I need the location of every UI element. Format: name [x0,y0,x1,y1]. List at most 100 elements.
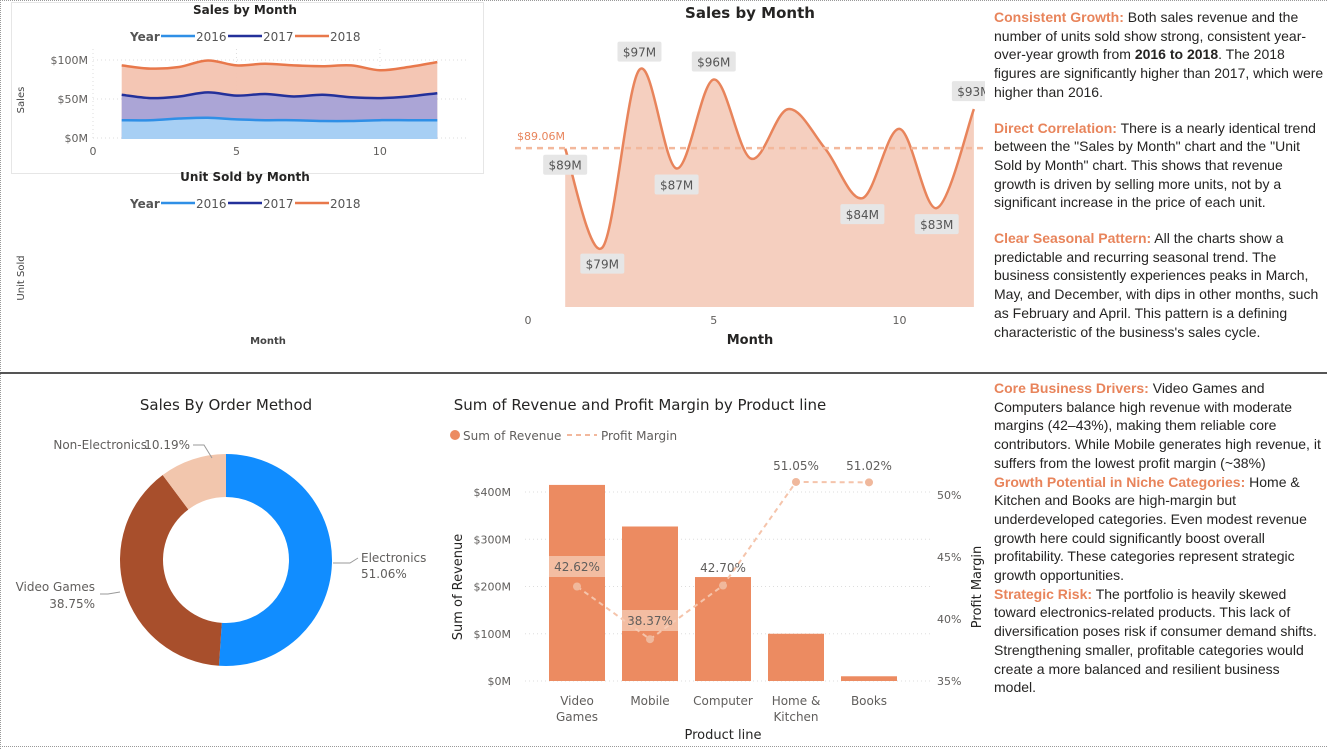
x-tick-label: 10 [893,314,907,327]
margin-label: 51.05% [773,459,819,473]
legend[interactable]: Sum of Revenue Profit Margin [450,429,677,443]
y2-tick-label: 50% [937,489,961,502]
bar-home-kitchen [768,633,824,681]
x-tick-label: Books [851,694,887,708]
sales-by-month-small-chart[interactable]: Sales by Month Year 2016 2017 2018 Sales… [0,0,490,175]
sales-by-order-method-chart[interactable]: Sales By Order Method Electronics 51.06% V… [0,380,440,745]
insight-growth-potential: Growth Potential in Niche Categories: Ho… [994,473,1324,585]
y-tick-label: $100M [474,628,512,641]
slice-electronics [218,454,332,666]
y2-tick-label: 40% [937,613,961,626]
data-label: $93M [957,85,985,99]
legend[interactable]: Year 2016 2017 2018 [129,30,361,44]
slice-label-pct: 38.75% [49,597,95,611]
slice-label-pct: 10.19% [144,438,190,452]
margin-point [573,582,581,591]
sales-by-month-main-chart[interactable]: Sales by Month Month 0 5 10 $89.06M $89M $79M… [505,0,985,355]
sales-area [565,68,974,307]
margin-label: 42.70% [700,561,746,575]
legend-title: Year [129,197,160,211]
insight-emphasis: 2016 to 2018 [1134,46,1219,63]
plot-area: 0 5 10 $89.06M $89M $79M $97M $87M $96M $84M $83M $… [515,41,985,327]
x-tick-label: Games [556,710,598,724]
y-tick-label: $100M [51,54,89,67]
x-tick-label: 0 [525,314,532,327]
x-tick-label: Computer [693,694,753,708]
leader-line [333,557,359,564]
legend-item-2016: 2016 [196,30,227,44]
legend-item-2017: 2017 [263,30,294,44]
insight-heading: Strategic Risk: [994,585,1093,602]
slice-label-name: Non-Electronics [53,438,147,452]
y2-tick-label: 45% [937,551,961,564]
chart-title: Unit Sold by Month [180,170,310,184]
margin-point [792,477,800,486]
y-axis-label: Sum of Revenue [451,534,466,641]
y-tick-label: $300M [474,533,512,546]
section-divider [0,372,1327,374]
y-tick-label: $200M [474,581,512,594]
margin-point [865,478,873,487]
x-axis-label: Month [727,333,774,348]
slice-label-name: Video Games [16,580,95,594]
x-tick-label: Home & [772,694,821,708]
y-tick-label: $0M [65,132,89,145]
data-label: $87M [660,179,693,193]
y-axis-label: Sales [16,87,27,114]
legend-item-2016: 2016 [196,197,227,211]
margin-point [646,635,654,644]
legend-item-2017: 2017 [263,197,294,211]
donut-area: Electronics 51.06% Video Games 38.75% Non-El… [16,438,426,666]
margin-label: 38.37% [627,614,673,628]
legend-marker-revenue [450,430,460,440]
slice-label-name: Electronics [361,551,426,565]
average-label: $89.06M [517,130,565,143]
insight-heading: Core Business Drivers: [994,380,1149,396]
plot-area: $0M $50M $100M 0 5 10 [51,49,466,158]
x-axis-label: Month [250,336,286,347]
data-label: $83M [920,218,953,232]
data-label: $89M [549,159,582,173]
slice-label-pct: 51.06% [361,567,407,581]
insight-text: The portfolio is heavily skewed toward e… [994,585,1317,696]
insights-top: Consistent Growth: Both sales revenue an… [994,8,1324,358]
margin-label: 51.02% [846,459,892,473]
bar-books [841,676,897,681]
legend-item-2018: 2018 [330,197,361,211]
legend-item-margin: Profit Margin [601,429,677,443]
chart-title: Sales by Month [685,4,815,22]
chart-title: Sum of Revenue and Profit Margin by Prod… [454,396,827,414]
legend[interactable]: Year 2016 2017 2018 [129,197,361,211]
y2-axis-label: Profit Margin [970,546,985,628]
y-tick-label: $50M [58,93,89,106]
chart-title: Sales By Order Method [140,396,312,414]
slice-video-games [120,474,222,666]
y2-tick-label: 35% [937,675,961,688]
x-tick-label: 0 [90,145,97,158]
x-tick-label: 10 [373,145,387,158]
data-label: $79M [586,258,619,272]
insight-direct-correlation: Direct Correlation: There is a nearly id… [994,119,1324,213]
leader-line [100,591,121,595]
insight-heading: Consistent Growth: [994,9,1124,25]
insight-heading: Clear Seasonal Pattern: [994,230,1152,247]
insight-heading: Direct Correlation: [994,119,1117,136]
unit-sold-by-month-chart[interactable]: Unit Sold by Month Year 2016 2017 2018 U… [0,170,490,355]
bar-computer [695,577,751,681]
x-axis-label: Product line [685,728,762,743]
legend-item-revenue: Sum of Revenue [463,429,561,443]
revenue-profit-margin-chart[interactable]: Sum of Revenue and Profit Margin by Prod… [440,380,995,745]
insight-core-drivers: Core Business Drivers: Video Games and C… [994,379,1324,473]
margin-point [719,581,727,590]
data-label: $97M [623,46,656,60]
y-axis-label: Unit Sold [16,255,27,300]
x-tick-label: Kitchen [773,710,818,724]
data-label: $84M [846,208,879,222]
bottom-border [0,746,1327,747]
insight-text: All the charts show a predictable and re… [994,230,1319,340]
x-tick-label: Mobile [630,694,669,708]
insight-strategic-risk: Strategic Risk: The portfolio is heavily… [994,585,1324,697]
insight-heading: Growth Potential in Niche Categories: [994,473,1246,490]
margin-label: 42.62% [554,560,600,574]
x-tick-label: 5 [710,314,717,327]
